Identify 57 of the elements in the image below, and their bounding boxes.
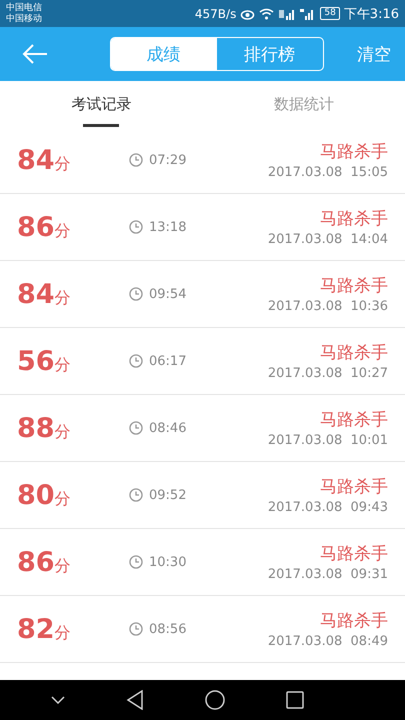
date-text: 2017.03.08 14:04 — [268, 232, 388, 247]
recents-icon[interactable] — [286, 691, 304, 709]
score-text: 84分 — [17, 278, 72, 310]
segment-tab[interactable]: 排行榜 — [216, 38, 322, 70]
date-text: 2017.03.08 09:43 — [268, 500, 388, 515]
score-text: 88分 — [17, 412, 72, 444]
duration-text: 08:56 — [149, 622, 186, 636]
duration-text: 13:18 — [149, 220, 186, 234]
carrier-name: 中国电信 — [6, 2, 42, 14]
clock-icon — [129, 555, 143, 569]
duration-text: 09:54 — [149, 286, 186, 302]
signal-icon — [278, 8, 296, 20]
clock-icon — [129, 421, 143, 435]
battery-indicator: 58 — [320, 7, 340, 20]
user-name: 马路杀手 — [320, 208, 388, 230]
score-text: 86分 — [17, 546, 72, 578]
user-name: 马路杀手 — [320, 409, 388, 431]
user-name: 马路杀手 — [320, 543, 388, 565]
date-text: 2017.03.08 10:36 — [268, 299, 388, 314]
chevron-down-icon[interactable] — [50, 696, 65, 704]
score-text: 82分 — [17, 614, 72, 644]
carrier-name: 中国移动 — [6, 14, 42, 24]
user-name: 马路杀手 — [320, 476, 388, 498]
status-time: 下午3:16 — [344, 6, 399, 22]
wifi-icon — [259, 8, 274, 20]
score-text: 84分 — [17, 144, 72, 176]
clock-icon — [129, 622, 143, 636]
duration-text: 07:29 — [149, 152, 186, 168]
segment-tab[interactable]: 成绩 — [110, 38, 216, 70]
score-text: 86分 — [17, 212, 72, 242]
eye-icon — [240, 8, 256, 20]
duration-text: 10:30 — [149, 554, 186, 570]
back-arrow-icon[interactable] — [22, 44, 48, 64]
tab[interactable]: 数据统计 — [202, 81, 405, 127]
date-text: 2017.03.08 09:31 — [268, 567, 388, 582]
clock-icon — [129, 220, 143, 234]
clock-icon — [129, 488, 143, 502]
score-text: 80分 — [17, 480, 72, 510]
user-name: 马路杀手 — [320, 141, 388, 163]
date-text: 2017.03.08 15:05 — [268, 165, 388, 180]
clear-button[interactable]: 清空 — [357, 42, 391, 66]
date-text: 2017.03.08 08:49 — [268, 634, 388, 649]
date-text: 2017.03.08 10:27 — [268, 366, 388, 381]
network-speed: 457B/s — [194, 6, 236, 20]
user-name: 马路杀手 — [320, 275, 388, 297]
clock-icon — [129, 287, 143, 301]
back-icon[interactable] — [126, 690, 144, 710]
duration-text: 08:46 — [149, 420, 186, 436]
date-text: 2017.03.08 10:01 — [268, 433, 388, 448]
home-icon[interactable] — [205, 690, 226, 710]
duration-text: 09:52 — [149, 488, 186, 502]
clock-icon — [129, 153, 143, 167]
clock-icon — [129, 354, 143, 368]
score-text: 56分 — [17, 346, 72, 376]
user-name: 马路杀手 — [320, 342, 388, 364]
user-name: 马路杀手 — [320, 610, 388, 632]
duration-text: 06:17 — [149, 354, 186, 368]
